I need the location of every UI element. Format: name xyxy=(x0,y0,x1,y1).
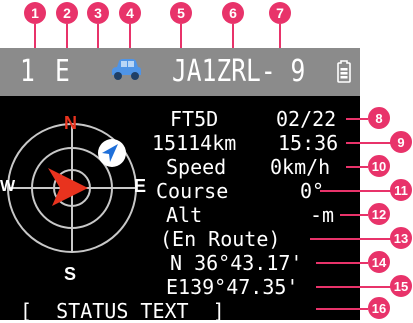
leader-4 xyxy=(129,24,131,48)
leader-10 xyxy=(346,166,368,168)
station-distance: 15114km xyxy=(152,131,237,155)
car-icon xyxy=(108,57,144,89)
leader-9 xyxy=(346,142,392,144)
compass-north-label: N xyxy=(64,113,77,133)
compass-east-label: E xyxy=(134,176,147,196)
compass-west-label: W xyxy=(0,178,16,195)
speed-label: Speed xyxy=(166,155,227,179)
callout-13: 13 xyxy=(390,227,412,249)
callout-11: 11 xyxy=(390,179,412,201)
callout-7: 7 xyxy=(269,2,291,24)
leader-12 xyxy=(340,214,368,216)
callout-2: 2 xyxy=(56,2,78,24)
longitude: E139°47.35' xyxy=(166,275,299,299)
leader-1 xyxy=(34,24,36,48)
callout-14: 14 xyxy=(368,251,390,273)
alt-value: -m xyxy=(310,203,335,227)
callout-16: 16 xyxy=(368,297,390,319)
callout-8: 8 xyxy=(368,107,390,129)
callsign: JA1ZRL- 9 xyxy=(172,54,306,89)
compass-south-label: S xyxy=(64,264,77,284)
leader-5 xyxy=(180,24,182,48)
leader-11 xyxy=(320,190,392,192)
speed-value: 0km/h xyxy=(270,155,331,179)
callout-6: 6 xyxy=(222,2,244,24)
callout-1: 1 xyxy=(24,2,46,24)
callout-5: 5 xyxy=(170,2,192,24)
alt-label: Alt xyxy=(166,203,203,227)
leader-13 xyxy=(310,238,392,240)
station-time: 15:36 xyxy=(278,131,339,155)
band-letter: E xyxy=(55,54,70,89)
callout-10: 10 xyxy=(368,155,390,177)
callout-9: 9 xyxy=(390,131,412,153)
radio-screen: 1 E JA1ZRL- 9 N W E S FT5D 02/22 15114km… xyxy=(0,48,360,323)
leader-2 xyxy=(66,24,68,48)
memory-number: 1 xyxy=(20,54,35,89)
callout-4: 4 xyxy=(119,2,141,24)
leader-15 xyxy=(316,286,392,288)
course-label: Course xyxy=(156,179,229,203)
station-date: 02/22 xyxy=(276,107,337,131)
leader-14 xyxy=(316,262,368,264)
status-text: [ STATUS TEXT ] xyxy=(20,299,225,323)
position-ambiguity: (En Route) xyxy=(160,227,281,251)
callout-15: 15 xyxy=(390,275,412,297)
callout-12: 12 xyxy=(368,203,390,225)
battery-icon xyxy=(337,60,351,88)
callout-3: 3 xyxy=(87,2,109,24)
leader-8 xyxy=(346,118,368,120)
leader-16 xyxy=(316,308,368,310)
status-bar: 1 E JA1ZRL- 9 xyxy=(0,48,360,96)
station-model: FT5D xyxy=(170,107,219,131)
latitude: N 36°43.17' xyxy=(170,251,303,275)
